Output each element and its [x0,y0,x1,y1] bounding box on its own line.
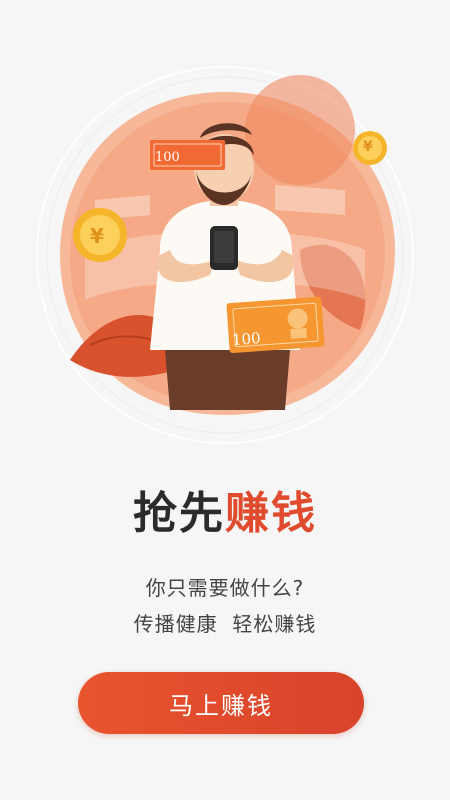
page-title: 抢先赚钱 [0,484,450,544]
hero-illustration: 100 100 ¥ ¥ [0,0,450,460]
subtitle-line-1: 你只需要做什么? [145,576,305,600]
yuan-coin-icon: ¥ [90,224,104,248]
subtitle-line-2: 传播健康 轻松赚钱 [133,612,317,636]
yuan-coin-small-icon: ¥ [363,139,373,155]
banknote-left-value: 100 [155,150,180,165]
banknote-right-value: 100 [231,329,262,349]
title-part-1: 抢先 [133,488,225,539]
earn-now-button[interactable]: 马上赚钱 [78,672,364,734]
title-part-2: 赚钱 [225,488,317,539]
